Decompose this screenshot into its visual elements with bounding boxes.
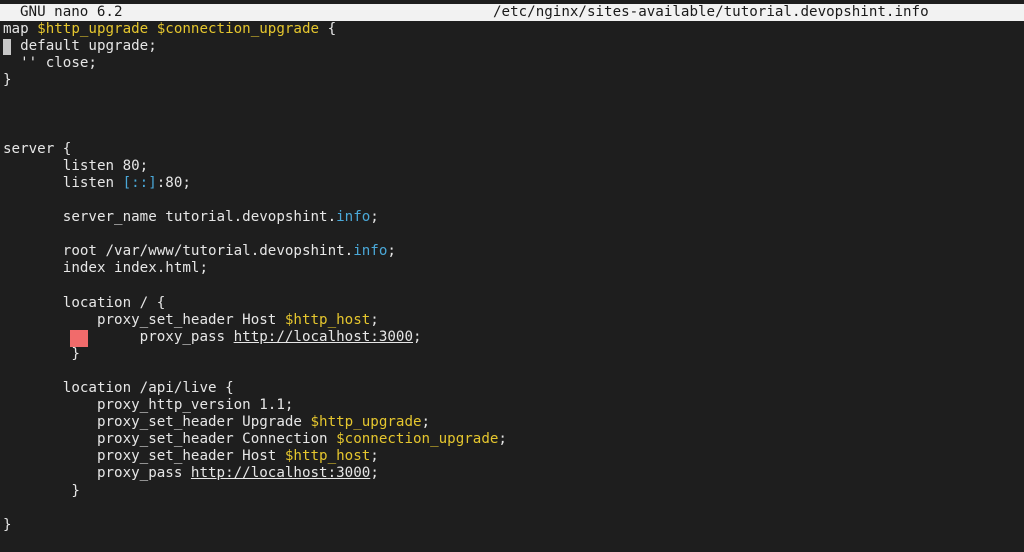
code-text: listen <box>3 174 123 191</box>
code-line[interactable]: '' close; <box>3 55 507 72</box>
code-token: info <box>336 209 371 226</box>
code-text: location /api/live { <box>3 379 234 396</box>
code-text: proxy_pass <box>3 465 191 482</box>
code-text: proxy_set_header Connection <box>3 431 337 448</box>
code-line[interactable] <box>3 192 507 209</box>
editor-version: GNU nano 6.2 <box>20 4 123 20</box>
code-line[interactable]: server_name tutorial.devopshint.info; <box>3 209 507 226</box>
code-line[interactable]: location /api/live { <box>3 380 507 397</box>
code-text: } <box>3 482 80 499</box>
code-text: } <box>3 72 12 89</box>
code-url: http://localhost:3000 <box>233 328 413 345</box>
code-line[interactable]: default upgrade; <box>3 38 507 55</box>
code-line[interactable]: index index.html; <box>3 260 507 277</box>
code-text: location / { <box>3 294 166 311</box>
code-line[interactable]: listen 80; <box>3 158 507 175</box>
code-line[interactable]: proxy_http_version 1.1; <box>3 397 507 414</box>
code-text: ; <box>498 431 507 448</box>
code-text: proxy_http_version 1.1; <box>3 397 294 414</box>
text-cursor <box>3 39 11 55</box>
code-text: } <box>3 345 80 362</box>
code-token: $http_upgrade $connection_upgrade <box>37 21 320 37</box>
code-line[interactable]: proxy_set_header Host $http_host; <box>3 448 507 465</box>
code-line[interactable]: map $http_upgrade $connection_upgrade { <box>3 21 507 38</box>
code-text: server_name tutorial.devopshint. <box>3 209 337 226</box>
code-text: proxy_set_header Upgrade <box>3 414 311 431</box>
code-token: $http_host <box>284 311 371 328</box>
code-text: root /var/www/tutorial.devopshint. <box>3 243 354 260</box>
code-text: ; <box>370 448 379 465</box>
code-text: ; <box>421 414 431 431</box>
code-line[interactable]: proxy_pass http://localhost:3000; <box>3 465 507 482</box>
code-text: index index.html; <box>3 260 208 277</box>
code-line[interactable]: root /var/www/tutorial.devopshint.info; <box>3 243 507 260</box>
code-line[interactable] <box>3 106 507 123</box>
terminal-window[interactable]: GNU nano 6.2 /etc/nginx/sites-available/… <box>0 0 1024 552</box>
code-line[interactable]: } <box>3 517 507 534</box>
code-line[interactable]: listen [::]:80; <box>3 175 507 192</box>
code-text: } <box>3 516 12 533</box>
code-line[interactable]: } <box>3 72 507 89</box>
code-line[interactable]: } <box>3 483 507 500</box>
code-token: $http_host <box>284 448 371 465</box>
code-text: proxy_set_header Host <box>3 311 285 328</box>
editor-buffer[interactable]: map $http_upgrade $connection_upgrade { … <box>3 21 507 534</box>
code-line[interactable] <box>3 363 507 380</box>
nano-title-bar: GNU nano 6.2 /etc/nginx/sites-available/… <box>0 4 1024 21</box>
code-text: map <box>3 21 38 37</box>
code-text: proxy_set_header Host <box>3 448 285 465</box>
code-text: proxy_pass <box>3 328 234 345</box>
code-text: listen 80; <box>3 157 149 174</box>
code-text: default upgrade; <box>3 38 157 55</box>
code-line[interactable] <box>3 277 507 294</box>
code-text: server { <box>3 140 72 157</box>
code-text: :80; <box>156 174 191 191</box>
code-text: ; <box>387 243 396 260</box>
code-token: info <box>353 243 388 260</box>
code-line[interactable] <box>3 124 507 141</box>
code-token: $http_upgrade <box>310 414 422 431</box>
code-line[interactable]: proxy_set_header Connection $connection_… <box>3 431 507 448</box>
code-url: http://localhost <box>190 465 328 482</box>
code-text: ; <box>370 311 379 328</box>
whitespace-marker <box>70 330 88 347</box>
file-path: /etc/nginx/sites-available/tutorial.devo… <box>493 4 929 20</box>
code-text: { <box>319 21 337 37</box>
code-line[interactable]: proxy_set_header Upgrade $http_upgrade; <box>3 414 507 431</box>
code-text: ; <box>370 465 379 482</box>
code-text: ; <box>370 209 379 226</box>
code-line[interactable]: proxy_set_header Host $http_host; <box>3 312 507 329</box>
code-line[interactable]: location / { <box>3 295 507 312</box>
code-token: [::] <box>122 174 157 191</box>
code-line[interactable]: server { <box>3 141 507 158</box>
code-line[interactable] <box>3 89 507 106</box>
code-url: :3000 <box>327 465 371 482</box>
code-line[interactable] <box>3 226 507 243</box>
code-text: '' close; <box>3 55 97 72</box>
code-line[interactable] <box>3 500 507 517</box>
code-line[interactable]: } <box>3 346 507 363</box>
code-text: ; <box>413 328 422 345</box>
code-token: $connection_upgrade <box>336 431 499 448</box>
